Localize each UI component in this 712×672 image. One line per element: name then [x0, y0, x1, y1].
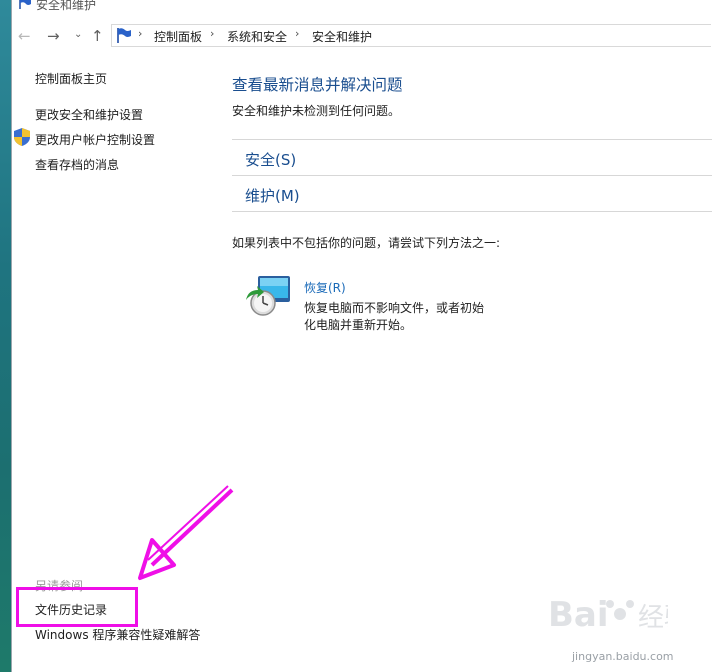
uac-shield-icon: [14, 128, 30, 146]
breadcrumb-item-system-security[interactable]: 系统和安全: [227, 28, 287, 45]
breadcrumb-item-security-maintenance[interactable]: 安全和维护: [312, 28, 372, 45]
svg-text:Bai: Bai: [548, 595, 609, 635]
desktop-background: [0, 0, 11, 672]
annotation-highlight-box: [16, 587, 138, 627]
baidu-paw-icon: Bai 经验: [548, 595, 668, 635]
page-heading: 查看最新消息并解决问题: [232, 76, 403, 94]
compatibility-troubleshooter-link[interactable]: Windows 程序兼容性疑难解答: [35, 626, 200, 643]
window-border: [11, 0, 12, 672]
sidebar-home-link[interactable]: 控制面板主页: [35, 70, 107, 87]
sidebar-item-uac-settings[interactable]: 更改用户帐户控制设置: [35, 131, 155, 148]
watermark-url: jingyan.baidu.com: [572, 650, 674, 663]
divider: [232, 211, 712, 212]
control-panel-flag-icon: [117, 28, 131, 43]
section-maintenance[interactable]: 维护(M): [245, 185, 300, 206]
recovery-description: 恢复电脑而不影响文件，或者初始化电脑并重新开始。: [304, 301, 485, 332]
breadcrumb-separator[interactable]: ›: [295, 27, 299, 40]
arrow-up-icon[interactable]: ↑: [91, 27, 104, 45]
sidebar-item-archived-messages[interactable]: 查看存档的消息: [35, 156, 119, 173]
sidebar-item-change-settings[interactable]: 更改安全和维护设置: [35, 106, 143, 123]
address-bar[interactable]: › 控制面板 › 系统和安全 › 安全和维护: [111, 24, 711, 47]
divider: [232, 175, 712, 176]
title-bar: 安全和维护: [12, 0, 712, 14]
svg-text:经验: 经验: [638, 603, 668, 633]
window-title: 安全和维护: [36, 0, 97, 12]
section-security[interactable]: 安全(S): [245, 149, 296, 170]
suggest-text: 如果列表中不包括你的问题，请尝试下列方法之一:: [232, 236, 501, 250]
annotation-arrow-icon: [138, 485, 234, 580]
recovery-icon[interactable]: [244, 274, 292, 318]
recovery-link[interactable]: 恢复(R): [304, 279, 346, 296]
arrow-left-icon[interactable]: ←: [18, 27, 31, 45]
divider: [232, 139, 712, 140]
flag-icon: [19, 0, 31, 9]
status-text: 安全和维护未检测到任何问题。: [232, 104, 401, 118]
breadcrumb-item-control-panel[interactable]: 控制面板: [154, 28, 202, 45]
breadcrumb-separator: ›: [138, 27, 143, 40]
arrow-right-icon[interactable]: →: [47, 27, 60, 45]
breadcrumb-separator[interactable]: ›: [210, 27, 214, 40]
chevron-down-icon[interactable]: ⌄: [74, 29, 82, 40]
